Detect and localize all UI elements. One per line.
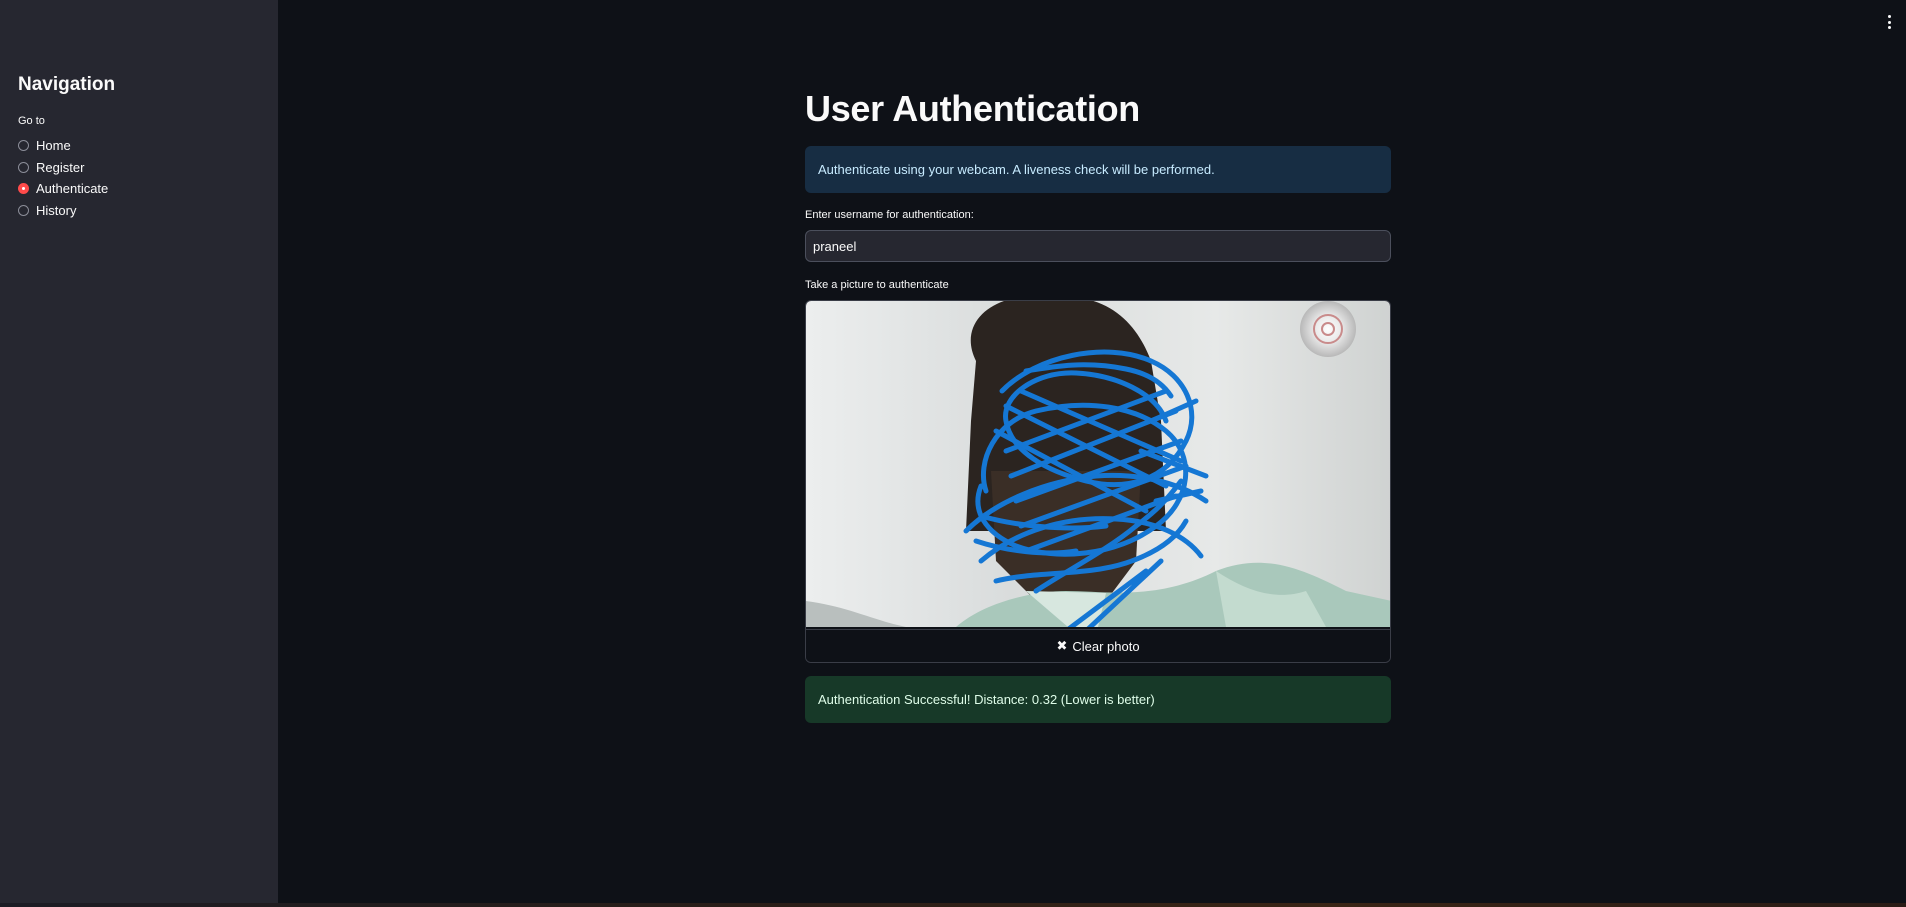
sidebar: Navigation Go to Home Register Authentic… bbox=[0, 0, 278, 903]
bottom-strip bbox=[0, 903, 1906, 907]
nav-option-label: Home bbox=[36, 138, 71, 154]
success-alert-text: Authentication Successful! Distance: 0.3… bbox=[818, 692, 1155, 707]
nav-option-home[interactable]: Home bbox=[18, 135, 108, 157]
radio-button-icon[interactable] bbox=[18, 140, 29, 152]
radio-button-selected-icon[interactable] bbox=[18, 183, 29, 195]
menu-dot bbox=[1887, 15, 1891, 18]
radio-button-icon[interactable] bbox=[18, 204, 29, 216]
app-root: Navigation Go to Home Register Authentic… bbox=[0, 0, 1906, 907]
camera-input: ✖ Clear photo bbox=[805, 300, 1391, 663]
goto-label: Go to bbox=[18, 115, 45, 127]
nav-option-register[interactable]: Register bbox=[18, 157, 108, 179]
username-label: Enter username for authentication: bbox=[805, 209, 974, 221]
captured-photo bbox=[806, 301, 1390, 627]
success-alert: Authentication Successful! Distance: 0.3… bbox=[805, 676, 1391, 723]
nav-option-label: Register bbox=[36, 159, 85, 175]
menu-dot bbox=[1887, 26, 1891, 29]
info-alert-text: Authenticate using your webcam. A livene… bbox=[818, 162, 1215, 177]
camera-label: Take a picture to authenticate bbox=[805, 279, 949, 291]
clear-photo-label: Clear photo bbox=[1072, 638, 1140, 654]
info-alert: Authenticate using your webcam. A livene… bbox=[805, 146, 1391, 193]
nav-option-history[interactable]: History bbox=[18, 200, 108, 222]
nav-option-label: Authenticate bbox=[36, 181, 109, 197]
vertical-ellipsis-icon[interactable] bbox=[1886, 15, 1892, 29]
clear-photo-button[interactable]: ✖ Clear photo bbox=[806, 629, 1390, 662]
radio-button-icon[interactable] bbox=[18, 161, 29, 173]
nav-option-authenticate[interactable]: Authenticate bbox=[18, 178, 108, 200]
page-title: User Authentication bbox=[805, 88, 1140, 129]
menu-dot bbox=[1887, 20, 1891, 24]
nav-option-label: History bbox=[36, 202, 77, 218]
sidebar-title: Navigation bbox=[18, 74, 116, 95]
close-icon: ✖ bbox=[1056, 638, 1068, 653]
username-input[interactable] bbox=[805, 230, 1391, 262]
navigation-radio-group: Home Register Authenticate History bbox=[18, 135, 108, 221]
